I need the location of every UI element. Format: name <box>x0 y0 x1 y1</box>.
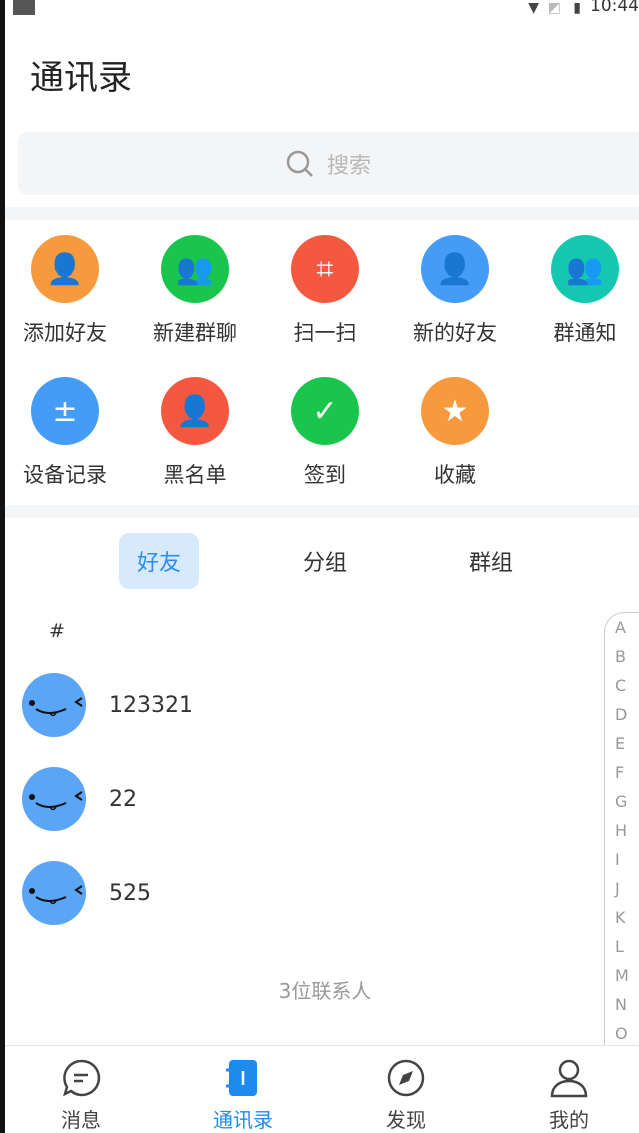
index-letter[interactable]: O <box>605 1019 639 1048</box>
shortcut-label: 新的好友 <box>413 321 497 345</box>
divider <box>5 505 639 518</box>
index-letter[interactable]: C <box>605 671 639 700</box>
wifi-icon: ▼ <box>528 0 539 16</box>
nav-label: 通讯录 <box>213 1108 273 1132</box>
nav-label: 我的 <box>549 1108 589 1132</box>
shortcut-calendar-check[interactable]: ✓ 签到 <box>260 377 390 489</box>
shortcut-label: 扫一扫 <box>293 321 357 345</box>
group-icon: 👥 <box>551 235 619 303</box>
status-bar: ▼ ◩ ▮ 10:44 <box>5 0 639 16</box>
index-letter[interactable]: A <box>605 613 639 642</box>
clock: 10:44 <box>590 0 639 16</box>
compass-icon <box>387 1059 425 1097</box>
alphabet-index[interactable]: ABCDEFGHIJKLMNO <box>604 612 639 1052</box>
shortcut-star[interactable]: ★ 收藏 <box>390 377 520 489</box>
avatar <box>22 767 86 831</box>
divider <box>5 207 639 220</box>
screen-edge <box>0 0 5 1133</box>
shortcut-user[interactable]: 👤 新的好友 <box>390 235 520 347</box>
shortcut-add-friend[interactable]: 👤 添加好友 <box>0 235 130 347</box>
user-icon <box>550 1059 588 1098</box>
nav-contacts[interactable]: 通讯录 <box>183 1058 303 1133</box>
contact-name: 22 <box>109 786 137 812</box>
contact-item[interactable]: 22 <box>22 766 137 832</box>
index-letter[interactable]: B <box>605 642 639 671</box>
index-letter[interactable]: F <box>605 758 639 787</box>
no-sim-icon: ◩ <box>547 0 561 16</box>
tab-groups-category[interactable]: 分组 <box>285 533 365 589</box>
index-letter[interactable]: N <box>605 990 639 1019</box>
shortcut-new-group[interactable]: 👥 新建群聊 <box>130 235 260 347</box>
contact-item[interactable]: 525 <box>22 860 151 926</box>
search-icon <box>286 150 313 177</box>
contacts-book-icon <box>226 1060 257 1096</box>
battery-icon: ▮ <box>573 0 581 16</box>
user-icon: 👤 <box>421 235 489 303</box>
contact-name: 525 <box>109 880 151 906</box>
shortcut-label: 新建群聊 <box>153 321 237 345</box>
shortcut-scan[interactable]: ⌗ 扫一扫 <box>260 235 390 347</box>
notification-icon <box>13 0 35 15</box>
tab-friends[interactable]: 好友 <box>119 533 199 589</box>
contact-item[interactable]: 123321 <box>22 672 193 738</box>
avatar <box>22 861 86 925</box>
index-letter[interactable]: K <box>605 903 639 932</box>
index-letter[interactable]: M <box>605 961 639 990</box>
new-group-icon: 👥 <box>161 235 229 303</box>
index-letter[interactable]: L <box>605 932 639 961</box>
shortcut-label: 签到 <box>304 463 346 487</box>
shortcut-device-record[interactable]: ± 设备记录 <box>0 377 130 489</box>
shortcut-label: 添加好友 <box>23 321 107 345</box>
shortcut-blacklist[interactable]: 👤 黑名单 <box>130 377 260 489</box>
star-icon: ★ <box>421 377 489 445</box>
avatar <box>22 673 86 737</box>
bottom-nav: 消息 通讯录 发现 我的 <box>5 1045 639 1133</box>
index-letter[interactable]: E <box>605 729 639 758</box>
shortcut-label: 群通知 <box>553 321 617 345</box>
shortcut-label: 收藏 <box>434 463 476 487</box>
device-record-icon: ± <box>31 377 99 445</box>
tab-group-chats[interactable]: 群组 <box>451 533 531 589</box>
search-placeholder: 搜索 <box>326 153 371 179</box>
index-letter[interactable]: D <box>605 700 639 729</box>
add-friend-icon: 👤 <box>31 235 99 303</box>
nav-me[interactable]: 我的 <box>509 1058 629 1133</box>
nav-label: 发现 <box>386 1108 426 1132</box>
shortcut-label: 黑名单 <box>163 463 227 487</box>
nav-messages[interactable]: 消息 <box>21 1058 141 1133</box>
scan-icon: ⌗ <box>291 235 359 303</box>
nav-discover[interactable]: 发现 <box>346 1058 466 1133</box>
calendar-check-icon: ✓ <box>291 377 359 445</box>
nav-label: 消息 <box>61 1108 101 1132</box>
index-letter[interactable]: J <box>605 874 639 903</box>
contact-count: 3位联系人 <box>278 979 372 1003</box>
blacklist-icon: 👤 <box>161 377 229 445</box>
index-letter[interactable]: I <box>605 845 639 874</box>
message-icon <box>63 1059 101 1097</box>
contact-name: 123321 <box>109 692 193 718</box>
index-letter[interactable]: G <box>605 787 639 816</box>
index-letter[interactable]: H <box>605 816 639 845</box>
page-title: 通讯录 <box>30 58 132 98</box>
shortcut-group[interactable]: 👥 群通知 <box>520 235 639 347</box>
section-header: # <box>49 620 65 642</box>
shortcut-label: 设备记录 <box>23 463 107 487</box>
search-input[interactable]: 搜索 <box>18 132 639 195</box>
